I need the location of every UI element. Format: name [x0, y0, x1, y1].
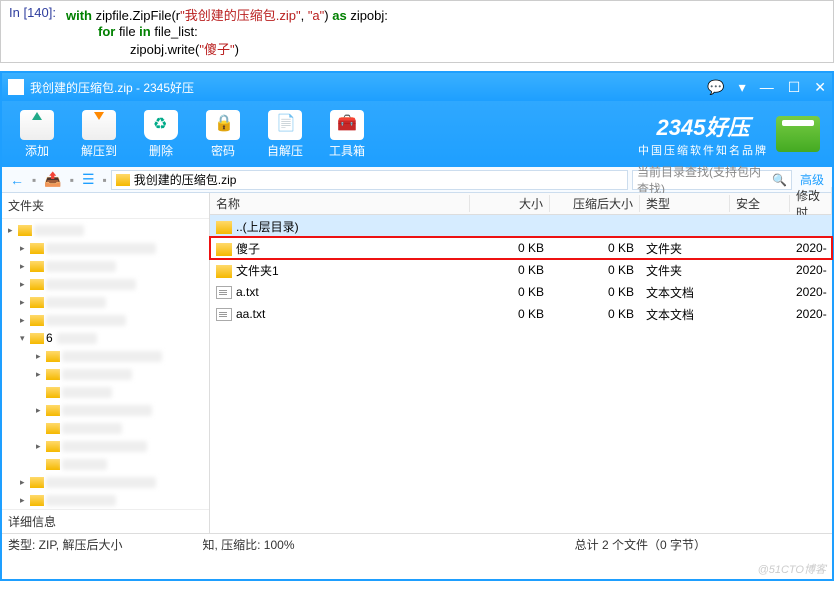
brand-subtitle: 中国压缩软件知名品牌 — [638, 142, 768, 158]
add-icon — [20, 110, 54, 140]
brand: 2345好压 中国压缩软件知名品牌 — [638, 110, 828, 158]
table-row[interactable]: 文件夹10 KB0 KB文件夹2020- — [210, 259, 832, 281]
folder-icon — [216, 265, 232, 278]
delete-button[interactable]: 删除 — [130, 110, 192, 159]
advanced-link[interactable]: 高级 — [796, 171, 828, 188]
main-area: 文件夹 ▸ ▸ ▸ ▸ ▸ ▸ ▾6 ▸ ▸ ▸ ▸ ▸ ▸ 详细信息 — [2, 193, 832, 533]
search-icon[interactable]: 🔍 — [772, 173, 787, 187]
extract-button[interactable]: 解压到 — [68, 110, 130, 159]
search-input[interactable]: 当前目录查找(支持包内查找)🔍 — [632, 170, 792, 190]
code-body: with zipfile.ZipFile(r"我创建的压缩包.zip", "a"… — [66, 5, 825, 58]
toolbox-icon — [330, 110, 364, 140]
tools-button[interactable]: 工具箱 — [316, 110, 378, 159]
maximize-icon[interactable]: ☐ — [788, 79, 801, 96]
file-list: 名称 大小 压缩后大小 类型 安全 修改时 ..(上层目录)傻子0 KB0 KB… — [210, 193, 832, 533]
sfx-icon — [268, 110, 302, 140]
watermark: @51CTO博客 — [758, 561, 826, 577]
back-button[interactable]: ← — [6, 170, 28, 190]
close-icon[interactable]: ✕ — [814, 79, 826, 96]
table-row[interactable]: a.txt0 KB0 KB文本文档2020- — [210, 281, 832, 303]
table-row[interactable]: ..(上层目录) — [210, 215, 832, 237]
path-field[interactable]: 我创建的压缩包.zip — [111, 170, 628, 190]
sfx-button[interactable]: 自解压 — [254, 110, 316, 159]
folder-icon — [116, 174, 130, 186]
app-icon — [8, 79, 24, 95]
col-size[interactable]: 大小 — [470, 195, 550, 212]
col-security[interactable]: 安全 — [730, 195, 790, 212]
view-button[interactable]: ☰ — [78, 169, 99, 190]
sidebar-footer: 详细信息 — [2, 509, 209, 533]
statusbar: 类型: ZIP, 解压后大小 知, 压缩比: 100% 总计 2 个文件（0 字… — [2, 533, 832, 555]
app-window: 我创建的压缩包.zip - 2345好压 💬 ▾ — ☐ ✕ 添加 解压到 删除… — [0, 71, 834, 581]
navbar: ← ▪ 📤 ▪ ☰ ▪ 我创建的压缩包.zip 当前目录查找(支持包内查找)🔍 … — [2, 167, 832, 193]
titlebar[interactable]: 我创建的压缩包.zip - 2345好压 💬 ▾ — ☐ ✕ — [2, 73, 832, 101]
file-icon — [216, 308, 232, 321]
toolbar: 添加 解压到 删除 密码 自解压 工具箱 2345好压 中国压缩软件知名品牌 — [2, 101, 832, 167]
minimize-icon[interactable]: — — [760, 79, 774, 96]
status-count: 总计 2 个文件（0 字节） — [575, 536, 706, 553]
sidebar-header: 文件夹 — [2, 193, 209, 219]
status-type: 类型: ZIP, 解压后大小 — [8, 536, 122, 553]
folder-icon — [216, 221, 232, 234]
table-row[interactable]: aa.txt0 KB0 KB文本文档2020- — [210, 303, 832, 325]
brand-logo-icon — [776, 116, 820, 152]
folder-icon — [216, 243, 232, 256]
code-cell: In [140]: with zipfile.ZipFile(r"我创建的压缩包… — [0, 0, 834, 63]
col-type[interactable]: 类型 — [640, 195, 730, 212]
code-prompt: In [140]: — [9, 5, 56, 58]
chat-icon[interactable]: 💬 — [707, 79, 724, 96]
table-row[interactable]: 傻子0 KB0 KB文件夹2020- — [210, 237, 832, 259]
columns-header[interactable]: 名称 大小 压缩后大小 类型 安全 修改时 — [210, 193, 832, 215]
lock-icon — [206, 110, 240, 140]
folder-tree[interactable]: ▸ ▸ ▸ ▸ ▸ ▸ ▾6 ▸ ▸ ▸ ▸ ▸ ▸ — [2, 219, 209, 509]
delete-icon — [144, 110, 178, 140]
extract-icon — [82, 110, 116, 140]
brand-title: 2345好压 — [638, 110, 768, 142]
sidebar: 文件夹 ▸ ▸ ▸ ▸ ▸ ▸ ▾6 ▸ ▸ ▸ ▸ ▸ ▸ 详细信息 — [2, 193, 210, 533]
status-ratio: 知, 压缩比: 100% — [202, 536, 294, 553]
password-button[interactable]: 密码 — [192, 110, 254, 159]
add-button[interactable]: 添加 — [6, 110, 68, 159]
dropdown-icon[interactable]: ▾ — [739, 79, 746, 96]
file-icon — [216, 286, 232, 299]
up-button[interactable]: 📤 — [40, 169, 65, 190]
file-rows: ..(上层目录)傻子0 KB0 KB文件夹2020-文件夹10 KB0 KB文件… — [210, 215, 832, 533]
col-name[interactable]: 名称 — [210, 195, 470, 212]
col-compressed-size[interactable]: 压缩后大小 — [550, 195, 640, 212]
window-title: 我创建的压缩包.zip - 2345好压 — [30, 79, 194, 96]
